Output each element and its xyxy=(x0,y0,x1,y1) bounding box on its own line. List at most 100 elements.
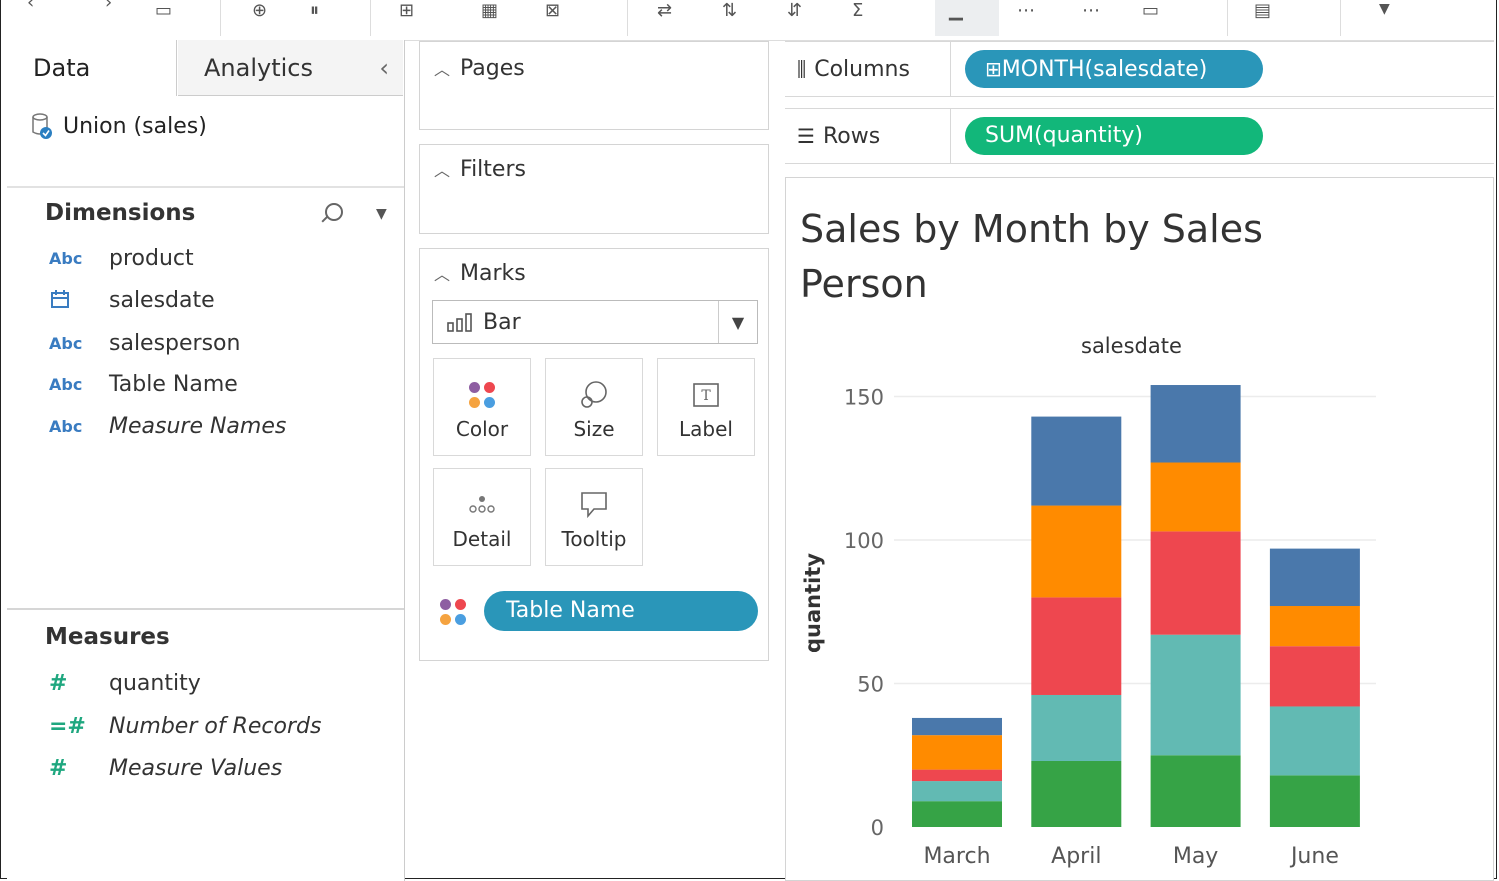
detail-button[interactable]: Detail xyxy=(433,468,531,566)
rows-label-text: Rows xyxy=(822,124,881,149)
y-tick-label: 0 xyxy=(871,816,884,840)
field-name: Number of Records xyxy=(109,714,322,739)
fit-icon[interactable]: ▤ xyxy=(1254,2,1271,20)
mark-type-dropdown[interactable]: Bar ▼ xyxy=(432,300,758,344)
field-measure-values[interactable]: # Measure Values xyxy=(49,756,282,781)
pages-label: Pages xyxy=(460,56,525,81)
collapse-pane-icon[interactable]: ‹ xyxy=(379,40,389,96)
bar-chart: 0 50 100 150 quantity March April May June xyxy=(801,385,1376,869)
tooltip-icon xyxy=(581,492,607,519)
table-name-color-pill[interactable]: Table Name xyxy=(484,591,758,631)
field-measure-names[interactable]: Abc Measure Names xyxy=(49,414,286,439)
pause-updates-icon[interactable]: ⏸ xyxy=(310,2,319,20)
toolbar-separator xyxy=(1227,0,1228,36)
datasource-item[interactable]: Union (sales) xyxy=(31,112,207,140)
color-button[interactable]: Color xyxy=(433,358,531,456)
string-type-icon: Abc xyxy=(49,417,83,436)
new-datasource-icon[interactable]: ⊕ xyxy=(252,2,267,20)
chevron-up-icon[interactable]: ︿ xyxy=(434,161,450,180)
dimensions-menu-icon[interactable]: ▼ xyxy=(376,206,387,222)
duplicate-sheet-icon[interactable]: ▦ xyxy=(481,2,498,20)
columns-icon: ⫼ xyxy=(797,57,807,81)
rows-shelf[interactable]: ☰ Rows SUM(quantity) xyxy=(785,108,1494,164)
sort-descending-icon[interactable]: ⇵ xyxy=(787,2,802,20)
toolbar-separator xyxy=(370,0,371,36)
string-type-icon: Abc xyxy=(49,375,83,394)
bar-segment xyxy=(1031,505,1122,598)
field-name: product xyxy=(109,246,194,271)
size-button[interactable]: Size xyxy=(545,358,643,456)
tooltip-button[interactable]: Tooltip xyxy=(545,468,643,566)
sort-ascending-icon[interactable]: ⇅ xyxy=(722,2,737,20)
field-name: salesdate xyxy=(109,288,215,313)
bar-segment xyxy=(912,735,1002,770)
bar-segment xyxy=(1269,548,1360,607)
field-salesperson[interactable]: Abc salesperson xyxy=(49,331,240,356)
tab-analytics[interactable]: Analytics ‹ xyxy=(178,40,403,96)
filters-card[interactable]: ︿ Filters xyxy=(419,144,769,234)
pages-card[interactable]: ︿ Pages xyxy=(419,41,769,130)
y-tick-label: 100 xyxy=(844,529,884,553)
text-label-icon: T xyxy=(693,383,719,407)
rows-icon: ☰ xyxy=(797,124,815,148)
field-number-of-records[interactable]: =# Number of Records xyxy=(49,714,321,739)
columns-shelf-label: ⫼ Columns xyxy=(785,42,951,96)
search-icon[interactable] xyxy=(325,203,343,221)
bar-segment xyxy=(1269,606,1360,647)
x-tick-label: April xyxy=(1051,844,1101,869)
chevron-down-icon[interactable]: ▼ xyxy=(718,301,757,343)
chevron-up-icon[interactable]: ︿ xyxy=(434,265,450,284)
save-icon[interactable]: ▭ xyxy=(155,2,172,20)
field-name: salesperson xyxy=(109,331,241,356)
forward-icon[interactable]: › xyxy=(105,0,112,12)
detail-label: Detail xyxy=(452,527,512,551)
tab-data[interactable]: Data xyxy=(7,40,177,96)
bar-segment xyxy=(1269,775,1360,827)
chevron-up-icon[interactable]: ︿ xyxy=(434,60,450,79)
string-type-icon: Abc xyxy=(49,334,83,353)
calculated-number-icon: =# xyxy=(49,714,86,739)
group-icon[interactable]: ⋯ xyxy=(1017,2,1035,20)
color-icon xyxy=(469,382,495,408)
field-name: Table Name xyxy=(109,372,238,397)
field-name: Measure Values xyxy=(109,756,283,781)
filters-title: ︿ Filters xyxy=(434,157,526,182)
field-product[interactable]: Abc product xyxy=(49,246,194,271)
totals-icon[interactable]: Σ xyxy=(852,2,863,20)
new-worksheet-icon[interactable]: ⊞ xyxy=(399,2,414,20)
columns-pill-text: MONTH(salesdate) xyxy=(1001,57,1208,82)
field-table-name[interactable]: Abc Table Name xyxy=(49,372,238,397)
clear-sheet-icon[interactable]: ⊠ xyxy=(545,2,560,20)
pages-title: ︿ Pages xyxy=(434,56,525,81)
labels-icon[interactable]: ⋯ xyxy=(1082,2,1100,20)
calendar-icon xyxy=(49,289,109,313)
swap-icon[interactable]: ⇄ xyxy=(657,2,672,20)
tooltip-label: Tooltip xyxy=(561,527,627,551)
bar-segment xyxy=(1150,634,1241,756)
field-quantity[interactable]: # quantity xyxy=(49,671,201,696)
toolbar: ‹ › ▭ ⊕ ⏸ ⊞ ▦ ⊠ ⇄ ⇅ ⇵ Σ ▁ ⋯ ⋯ ▭ ▤ ▼ xyxy=(7,0,1494,41)
expand-icon[interactable]: ⊞ xyxy=(985,57,1002,81)
toolbar-separator xyxy=(220,0,221,36)
bar-segment xyxy=(912,717,1002,736)
dropdown-icon[interactable]: ▼ xyxy=(1379,0,1390,18)
bar-segment xyxy=(912,801,1002,827)
label-label: Label xyxy=(679,417,733,441)
y-tick-label: 50 xyxy=(857,673,884,697)
measures-header: Measures xyxy=(45,624,170,650)
bar-segment xyxy=(1150,385,1241,463)
month-salesdate-pill[interactable]: ⊞MONTH(salesdate) xyxy=(965,50,1263,88)
bar-chart-icon xyxy=(447,313,472,332)
columns-shelf[interactable]: ⫼ Columns ⊞MONTH(salesdate) xyxy=(785,41,1494,97)
x-tick-label: May xyxy=(1173,844,1218,869)
field-salesdate[interactable]: salesdate xyxy=(49,288,215,313)
highlight-icon[interactable]: ▁ xyxy=(949,2,963,20)
label-button[interactable]: T Label xyxy=(657,358,755,456)
x-tick-label: June xyxy=(1289,844,1339,869)
toolbar-active-button[interactable] xyxy=(935,0,999,36)
back-icon[interactable]: ‹ xyxy=(27,0,34,12)
fix-axes-icon[interactable]: ▭ xyxy=(1142,2,1159,20)
datasource-icon xyxy=(32,113,52,139)
sum-quantity-pill[interactable]: SUM(quantity) xyxy=(965,117,1263,155)
datasource-name: Union (sales) xyxy=(63,113,207,139)
